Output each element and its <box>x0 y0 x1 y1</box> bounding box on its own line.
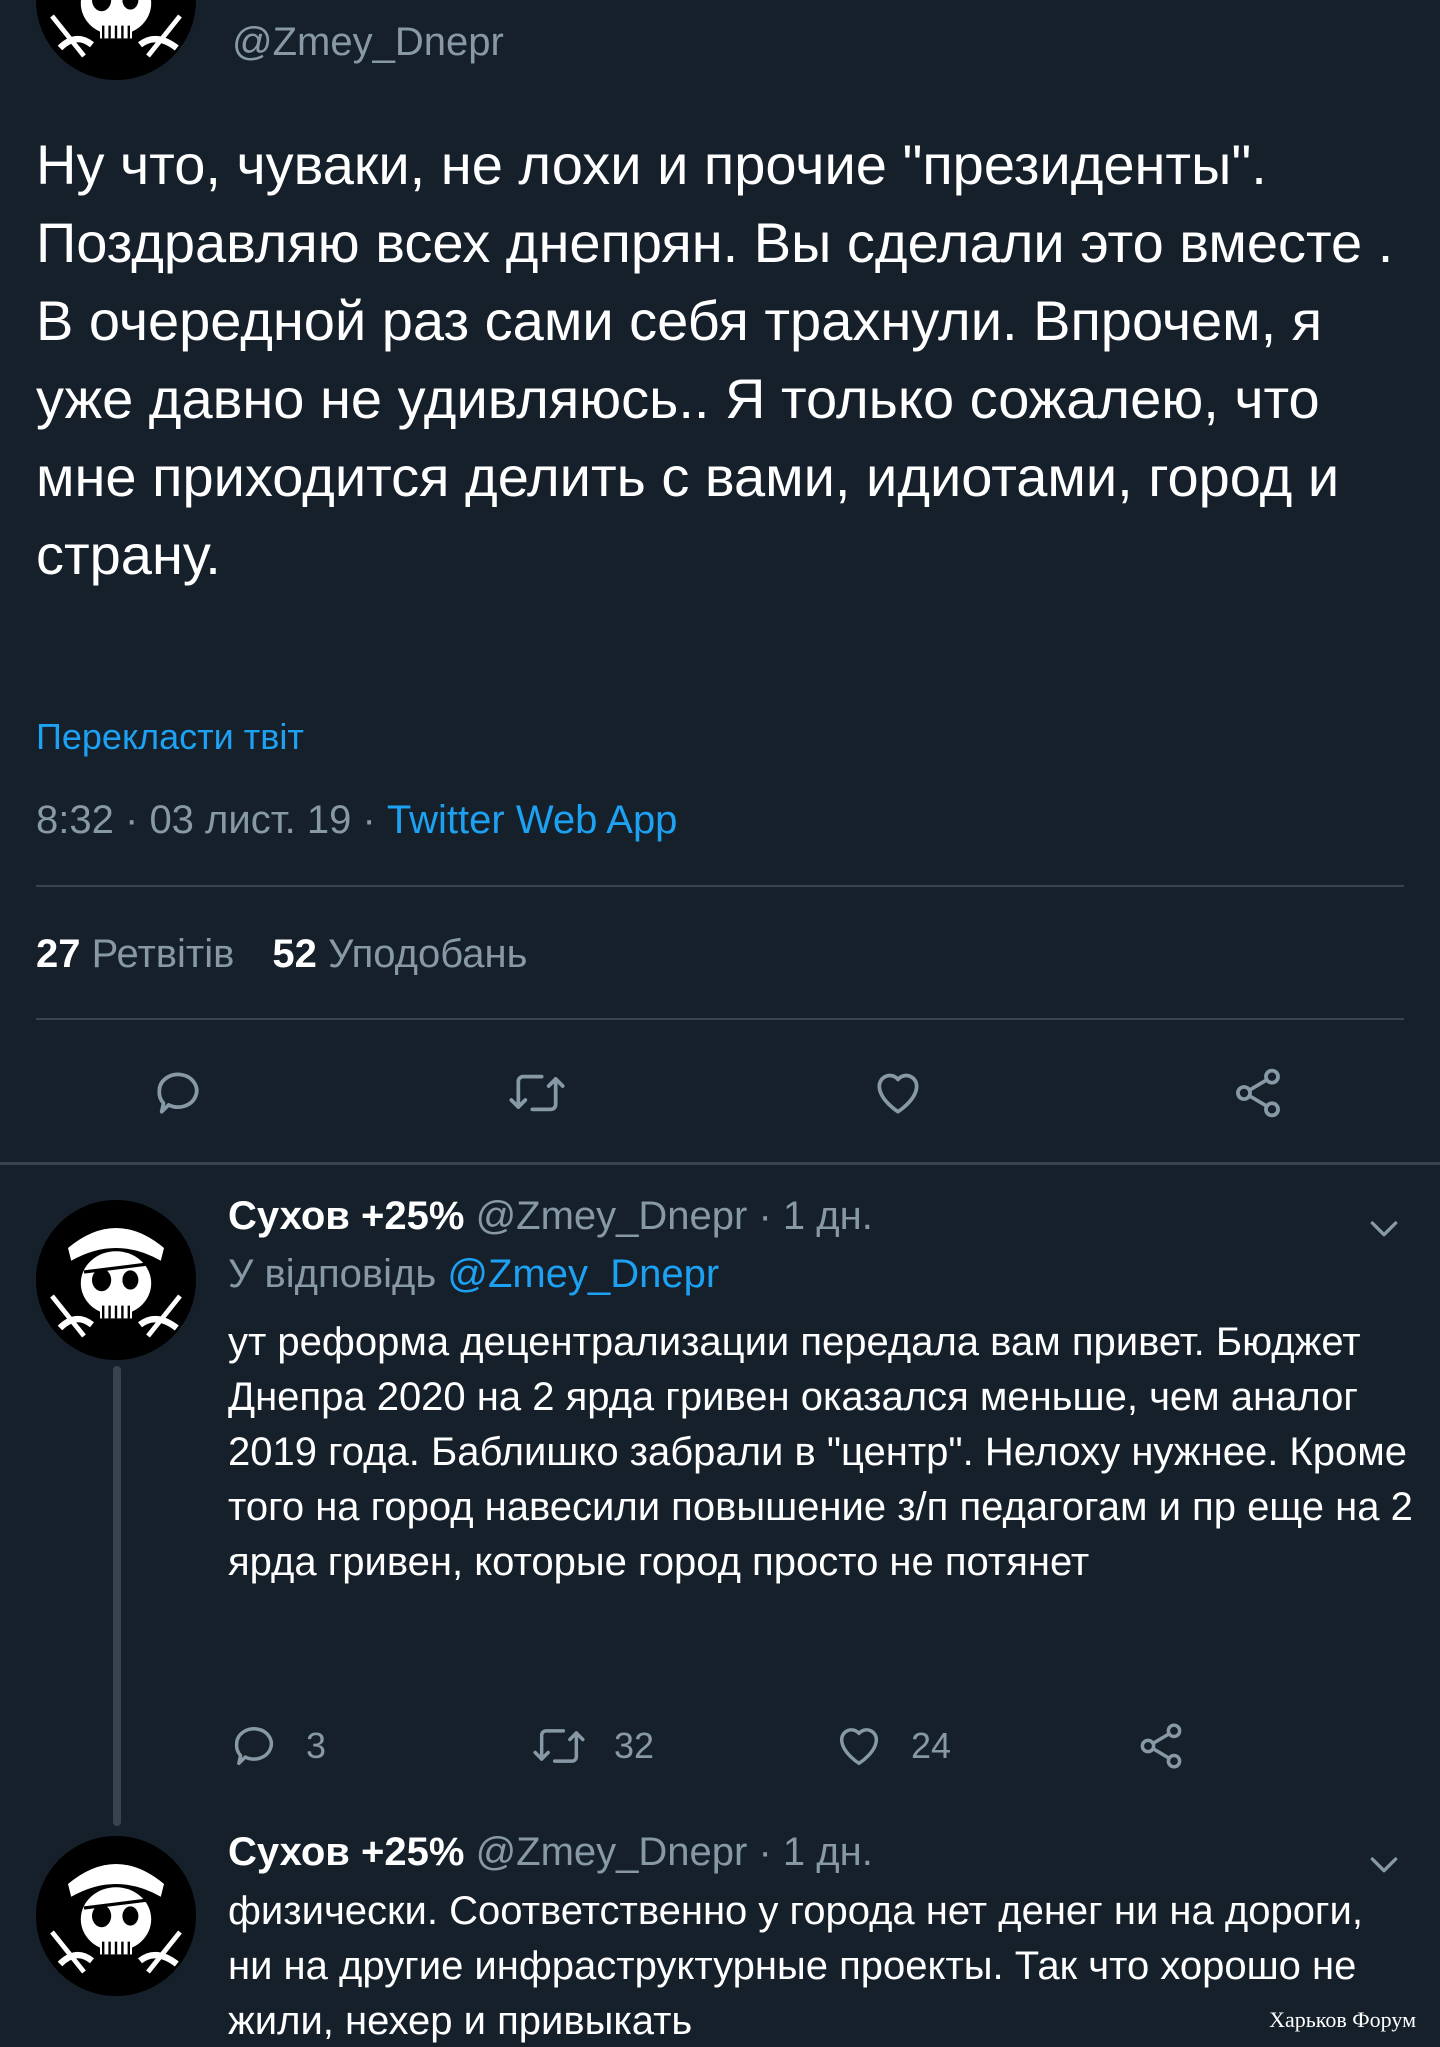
likes-label: Уподобань <box>328 932 528 976</box>
like-icon <box>877 1073 919 1114</box>
replying-to-mention[interactable]: @Zmey_Dnepr <box>447 1252 719 1296</box>
thread-connector-line <box>113 1366 121 1826</box>
reply-icon <box>234 1727 274 1766</box>
main-tweet-text: Ну что, чуваки, не лохи и прочие "презид… <box>36 133 1394 586</box>
reply-like-button[interactable]: 24 <box>833 1720 951 1772</box>
replying-to-label: У відповідь <box>228 1252 437 1296</box>
reply-author-avatar[interactable] <box>36 1836 196 1996</box>
divider <box>36 1018 1404 1020</box>
tweet-meta: 8:32 · 03 лист. 19 · Twitter Web App <box>36 798 677 843</box>
share-button[interactable] <box>1230 1065 1286 1121</box>
reply-tweet-text: ут реформа децентрализации передала вам … <box>228 1320 1413 1584</box>
like-icon <box>839 1728 879 1766</box>
share-icon <box>1236 1068 1280 1118</box>
meta-separator: · <box>362 798 376 842</box>
tweet-date: 03 лист. 19 <box>149 798 352 842</box>
reply-icon <box>157 1072 199 1114</box>
reply-reply-button[interactable]: 3 <box>228 1720 326 1772</box>
share-icon <box>1140 1723 1182 1769</box>
skull-avatar-icon <box>36 0 196 80</box>
chevron-down-icon[interactable] <box>1364 1208 1404 1248</box>
reply-count: 3 <box>306 1725 327 1766</box>
watermark: Харьков Форум <box>1269 2007 1416 2032</box>
likes-stat[interactable]: 52 Уподобань <box>272 932 527 976</box>
retweet-button[interactable] <box>505 1065 569 1121</box>
reply-share-button[interactable] <box>1135 1720 1187 1772</box>
reply-button[interactable] <box>150 1065 206 1121</box>
like-button[interactable] <box>870 1065 926 1121</box>
chevron-down-icon[interactable] <box>1364 1844 1404 1884</box>
retweets-count: 27 <box>36 932 81 976</box>
retweets-label: Ретвітів <box>91 932 235 976</box>
divider <box>36 885 1404 887</box>
reply-header: Сухов +25% @Zmey_Dnepr · 1 дн. <box>228 1194 873 1239</box>
reply-author-handle[interactable]: @Zmey_Dnepr <box>476 1194 748 1238</box>
source-app-link[interactable]: Twitter Web App <box>387 798 678 842</box>
skull-avatar-icon <box>36 1200 196 1360</box>
reply-author-avatar[interactable] <box>36 1200 196 1360</box>
tweet-time: 8:32 <box>36 798 114 842</box>
replying-to: У відповідь @Zmey_Dnepr <box>228 1252 719 1297</box>
reply-author-name[interactable]: Сухов +25% <box>228 1194 464 1238</box>
likes-count: 52 <box>272 932 317 976</box>
retweets-stat[interactable]: 27 Ретвітів <box>36 932 234 976</box>
meta-separator: · <box>124 798 139 842</box>
translate-tweet-link[interactable]: Перекласти твіт <box>36 716 304 758</box>
reply-author-handle[interactable]: @Zmey_Dnepr <box>476 1830 748 1874</box>
reply-author-name[interactable]: Сухов +25% <box>228 1830 464 1874</box>
reply-header: Сухов +25% @Zmey_Dnepr · 1 дн. <box>228 1830 873 1875</box>
reply-time: · 1 дн. <box>758 1830 873 1874</box>
reply-time: · 1 дн. <box>758 1194 873 1238</box>
main-author-handle[interactable]: @Zmey_Dnepr <box>232 20 504 65</box>
retweet-count: 32 <box>614 1725 655 1766</box>
skull-avatar-icon <box>36 1836 196 1996</box>
main-author-avatar[interactable] <box>36 0 196 80</box>
retweet-icon <box>509 1074 565 1112</box>
reply-retweet-button[interactable]: 32 <box>530 1720 654 1772</box>
tweet-stats: 27 Ретвітів 52 Уподобань <box>36 932 527 977</box>
thread-divider <box>0 1162 1440 1165</box>
reply-tweet-text: физически. Соответственно у города нет д… <box>228 1889 1363 2043</box>
like-count: 24 <box>911 1725 952 1766</box>
retweet-icon <box>533 1729 585 1763</box>
